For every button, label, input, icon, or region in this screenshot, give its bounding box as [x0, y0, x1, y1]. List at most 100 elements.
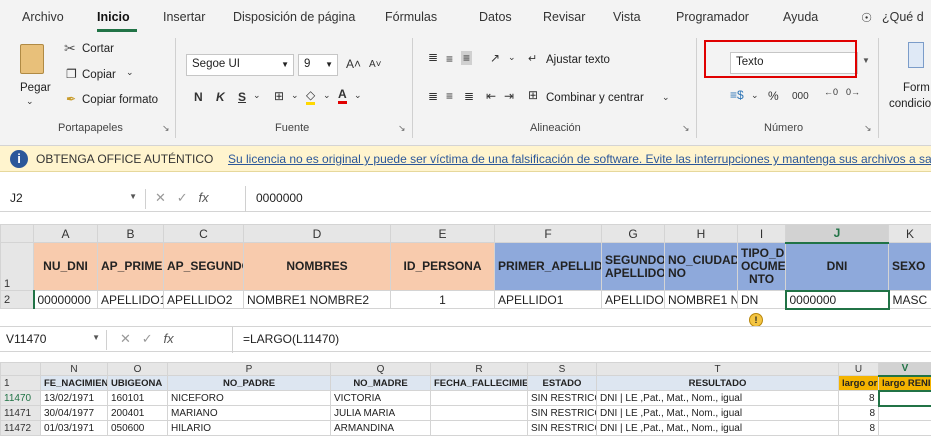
license-link[interactable]: Su licencia no es original y puede ser v…	[228, 152, 931, 166]
cut-button[interactable]: Cortar	[82, 43, 114, 55]
chevron-down-icon[interactable]: ⌄	[508, 52, 516, 63]
table-cell[interactable]	[430, 390, 528, 406]
cancel-icon[interactable]: ✕	[120, 331, 131, 346]
table-cell[interactable]: 160101	[107, 390, 168, 406]
lightbulb-icon[interactable]: ☉	[861, 10, 872, 25]
table-cell[interactable]: APELLIDO2	[601, 290, 665, 309]
column-header-r[interactable]: R	[430, 362, 528, 376]
conditional-format-label-2[interactable]: condicio	[889, 98, 931, 110]
table-cell[interactable]: 1	[390, 290, 495, 309]
header-cell[interactable]: NOMBRES	[243, 242, 391, 291]
paste-chevron-icon[interactable]: ⌄	[26, 96, 34, 107]
table-cell[interactable]: 30/04/1977	[40, 405, 108, 421]
table-cell[interactable]: 050600	[107, 420, 168, 436]
number-launcher-icon[interactable]: ↘	[864, 123, 872, 134]
table-cell[interactable]: JULIA MARIA	[330, 405, 431, 421]
table-cell[interactable]: VICTORIA	[330, 390, 431, 406]
selected-cell-v11470[interactable]	[877, 389, 931, 407]
column-header-i[interactable]: I	[737, 224, 786, 243]
decrease-indent-icon[interactable]: ⇤	[486, 89, 496, 103]
header-cell[interactable]: FE_NACIMIENT	[40, 375, 108, 391]
table-cell[interactable]: HILARIO	[167, 420, 331, 436]
function-icon[interactable]: fx	[199, 190, 209, 205]
table-cell[interactable]	[878, 420, 931, 436]
underline-button[interactable]: S	[238, 90, 246, 104]
grow-font-icon[interactable]: A˄	[346, 57, 361, 71]
column-header-q[interactable]: Q	[330, 362, 431, 376]
chevron-down-icon[interactable]: ⌄	[291, 90, 299, 101]
header-cell[interactable]: ESTADO	[527, 375, 597, 391]
tab-archivo[interactable]: Archivo	[22, 10, 64, 24]
formula-input[interactable]: 0000000	[245, 186, 313, 212]
name-box[interactable]: V11470 ▼	[2, 330, 107, 350]
orientation-icon[interactable]: ↗	[490, 51, 500, 65]
table-cell[interactable]: 13/02/1971	[40, 390, 108, 406]
table-cell[interactable]: 8	[838, 390, 879, 406]
table-cell[interactable]	[878, 405, 931, 421]
chevron-down-icon[interactable]: ▼	[129, 192, 137, 201]
align-right-icon[interactable]: ≣	[464, 89, 474, 103]
column-header-d[interactable]: D	[243, 224, 391, 243]
tab-revisar[interactable]: Revisar	[543, 10, 585, 24]
column-header-k[interactable]: K	[888, 224, 931, 243]
chevron-down-icon[interactable]: ▼	[92, 333, 100, 342]
header-cell[interactable]: PRIMER_APELLIDO	[494, 242, 602, 291]
table-cell[interactable]	[430, 405, 528, 421]
header-cell[interactable]: NO_CIUDADA NO	[664, 242, 738, 291]
copy-icon[interactable]: ❐	[66, 67, 77, 81]
header-cell[interactable]: SEXO	[888, 242, 931, 291]
header-cell[interactable]: ID_PERSONA	[390, 242, 495, 291]
align-bottom-icon[interactable]: ≡	[461, 51, 473, 65]
row-header[interactable]: 2	[0, 290, 34, 309]
font-size-dropdown[interactable]: 9 ▼	[298, 54, 338, 76]
scissors-icon[interactable]: ✂	[64, 40, 76, 57]
table-cell[interactable]: SIN RESTRICCIO	[527, 420, 597, 436]
fill-color-icon[interactable]: ◇	[306, 88, 316, 105]
column-header-g[interactable]: G	[601, 224, 665, 243]
table-cell[interactable]: 8	[838, 405, 879, 421]
tab-formulas[interactable]: Fórmulas	[385, 10, 437, 24]
chevron-down-icon[interactable]: ⌄	[253, 90, 261, 101]
header-cell[interactable]: FECHA_FALLECIMIENT	[430, 375, 528, 391]
chevron-down-icon[interactable]: ⌄	[662, 92, 670, 103]
table-cell[interactable]: DNI | LE ,Pat., Mat., Nom., igual	[596, 390, 839, 406]
bold-button[interactable]: N	[194, 90, 203, 104]
column-header-v[interactable]: V	[878, 362, 931, 377]
merge-icon[interactable]: ⊞	[528, 88, 538, 102]
copy-chevron-icon[interactable]: ⌄	[126, 67, 134, 78]
font-name-dropdown[interactable]: Segoe UI ▼	[186, 54, 294, 76]
increase-decimal-icon[interactable]: ←0	[824, 87, 838, 97]
alignment-launcher-icon[interactable]: ↘	[682, 123, 690, 134]
merge-center-button[interactable]: Combinar y centrar	[546, 92, 644, 104]
column-header-n[interactable]: N	[40, 362, 108, 376]
warning-icon[interactable]: !	[749, 313, 763, 327]
chevron-down-icon[interactable]: ⌄	[354, 90, 362, 101]
conditional-format-label-1[interactable]: Form	[903, 82, 930, 94]
column-header-e[interactable]: E	[390, 224, 495, 243]
column-header-j[interactable]: J	[785, 224, 889, 244]
row-header[interactable]: 11471	[0, 405, 41, 421]
table-cell[interactable]: APELLIDO1	[494, 290, 602, 309]
font-color-icon[interactable]: A	[338, 87, 347, 104]
tab-disposicion[interactable]: Disposición de página	[233, 10, 355, 24]
table-cell[interactable]: 01/03/1971	[40, 420, 108, 436]
table-cell[interactable]: APELLIDO1	[97, 290, 164, 309]
table-cell[interactable]: 200401	[107, 405, 168, 421]
column-header-h[interactable]: H	[664, 224, 738, 243]
chevron-down-icon[interactable]: ▼	[862, 56, 870, 65]
tab-ayuda[interactable]: Ayuda	[783, 10, 818, 24]
wrap-text-icon[interactable]: ↵	[528, 52, 537, 65]
table-cell[interactable]: NICEFORO	[167, 390, 331, 406]
row-header[interactable]: 1	[0, 242, 34, 291]
header-cell[interactable]: AP_SEGUNDO	[163, 242, 244, 291]
table-cell[interactable]: MASC	[888, 290, 931, 309]
tab-insertar[interactable]: Insertar	[163, 10, 205, 24]
row-header[interactable]: 1	[0, 375, 41, 391]
decrease-decimal-icon[interactable]: 0→	[846, 87, 860, 97]
column-header-u[interactable]: U	[838, 362, 879, 376]
header-cell[interactable]: NU_DNI	[33, 242, 98, 291]
header-cell[interactable]: UBIGEONA	[107, 375, 168, 391]
selected-cell-j2[interactable]: 0000000	[784, 289, 890, 310]
name-box[interactable]: J2 ▼	[6, 189, 146, 209]
header-cell[interactable]: RESULTADO	[596, 375, 839, 391]
